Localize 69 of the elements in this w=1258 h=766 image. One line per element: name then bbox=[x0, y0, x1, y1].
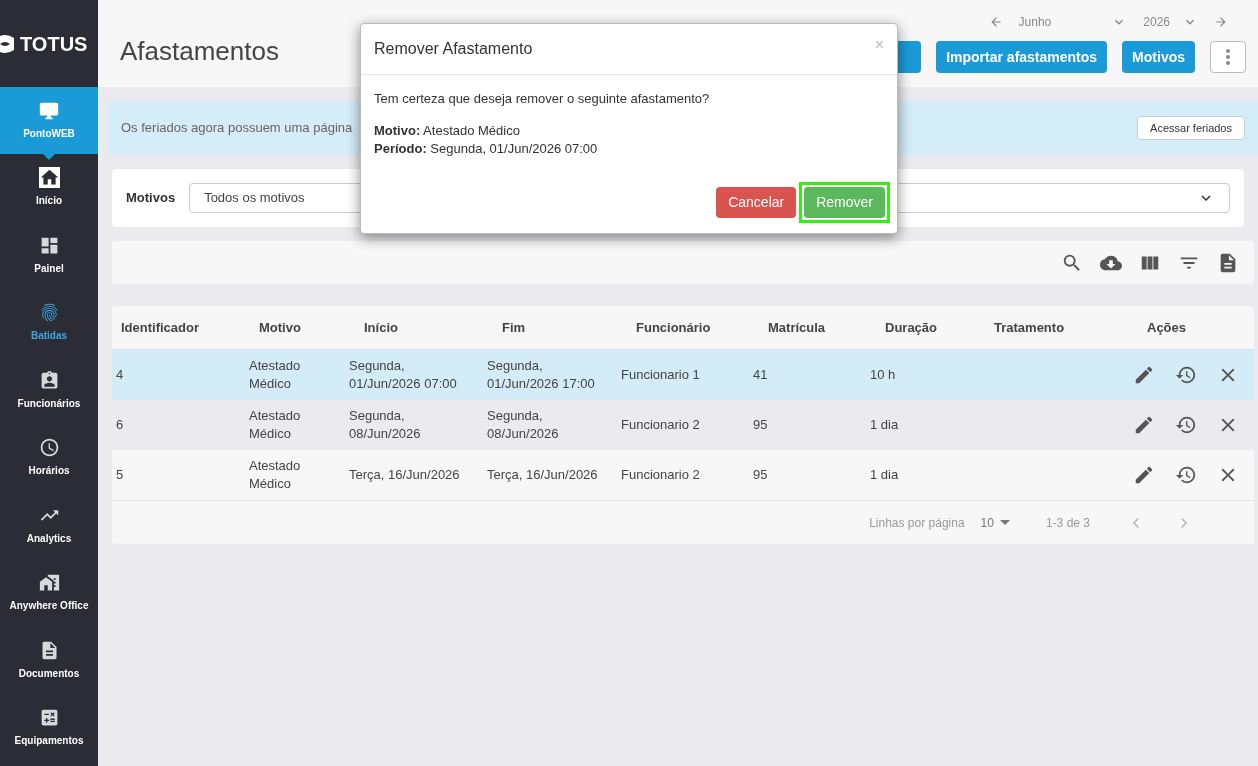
table-cell: Funcionario 1 bbox=[621, 367, 700, 382]
history-icon[interactable] bbox=[1175, 364, 1197, 386]
column-header: Motivo bbox=[259, 318, 302, 337]
nav-item[interactable]: Início bbox=[0, 154, 98, 222]
edit-icon[interactable] bbox=[1133, 414, 1155, 436]
dialog-title: Remover Afastamento bbox=[374, 39, 533, 59]
table-cell: 41 bbox=[753, 367, 768, 382]
banner-text: Os feriados agora possuem uma página bbox=[121, 119, 353, 138]
nav-item[interactable]: Painel bbox=[0, 221, 98, 289]
table-cell: Atestado Médico bbox=[249, 358, 301, 391]
table-cell: 1 dia bbox=[870, 467, 899, 482]
column-header: Início bbox=[364, 318, 399, 337]
history-icon[interactable] bbox=[1175, 464, 1197, 486]
table-row[interactable]: 4 Atestado Médico Segunda, 01/Jun/2026 07:00 Segunda, 01/Jun/2026 17:00 Funcionario 1 41 10 h bbox=[112, 350, 1254, 400]
nav-item[interactable]: Analytics bbox=[0, 491, 98, 559]
table-cell: 5 bbox=[116, 467, 124, 482]
nav-item[interactable]: Equipamentos bbox=[0, 694, 98, 762]
column-header: Tratamento bbox=[994, 318, 1066, 337]
nav-item[interactable]: Horários bbox=[0, 424, 98, 492]
clock-icon bbox=[38, 437, 60, 459]
table-cell: Atestado Médico bbox=[249, 408, 301, 441]
table-cell: Funcionario 2 bbox=[621, 467, 700, 482]
nav-item[interactable]: Batidas bbox=[0, 289, 98, 357]
table-cell: Segunda, 08/Jun/2026 bbox=[487, 408, 559, 441]
monitor-icon bbox=[38, 100, 60, 122]
table-cell: 4 bbox=[116, 367, 124, 382]
nav-item[interactable]: Anywhere Office bbox=[0, 559, 98, 627]
more-icon bbox=[1226, 49, 1230, 65]
next-month-icon[interactable] bbox=[1214, 15, 1228, 29]
table-cell: 6 bbox=[116, 417, 124, 432]
edit-icon[interactable] bbox=[1133, 364, 1155, 386]
table-cell: Atestado Médico bbox=[249, 458, 301, 491]
dropdown-icon bbox=[999, 520, 1010, 525]
cancel-button[interactable]: Cancelar bbox=[716, 186, 797, 218]
table-cell: 10 h bbox=[870, 367, 896, 382]
logo: TOTUS bbox=[0, 28, 88, 59]
table-cell: Segunda, 08/Jun/2026 bbox=[349, 408, 421, 441]
filter-label: Motivos bbox=[126, 189, 176, 208]
more-button[interactable] bbox=[1210, 41, 1246, 73]
column-header: Duração bbox=[885, 318, 939, 337]
dialog-detail: Período: Segunda, 01/Jun/2026 07:00 bbox=[374, 139, 599, 158]
logo-icon bbox=[0, 33, 16, 54]
table-cell: Terça, 16/Jun/2026 bbox=[487, 467, 598, 482]
history-icon[interactable] bbox=[1175, 414, 1197, 436]
home-icon bbox=[38, 167, 60, 189]
table-row[interactable]: 6 Atestado Médico Segunda, 08/Jun/2026 Segunda, 08/Jun/2026 Funcionario 2 95 1 dia bbox=[112, 400, 1254, 450]
rows-per-page-label: Linhas por página bbox=[869, 514, 965, 532]
table-cell: Segunda, 01/Jun/2026 07:00 bbox=[349, 358, 457, 391]
column-header: Fim bbox=[502, 318, 527, 337]
table-cell: 95 bbox=[753, 467, 768, 482]
table-cell: Funcionario 2 bbox=[621, 417, 700, 432]
pointer-icon bbox=[43, 154, 55, 160]
table-cell: 1 dia bbox=[870, 417, 899, 432]
table-cell: Terça, 16/Jun/2026 bbox=[349, 467, 460, 482]
banner-button[interactable]: Acessar feriados bbox=[1137, 116, 1245, 140]
column-header: Matrícula bbox=[768, 318, 827, 337]
column-header: Funcionário bbox=[636, 318, 712, 337]
dialog-question: Tem certeza que deseja remover o seguinte afastamento? bbox=[374, 90, 711, 108]
rows-per-page-select[interactable]: 10 bbox=[980, 513, 1010, 532]
page-range: 1-3 de 3 bbox=[1045, 514, 1090, 532]
nav-item[interactable]: Documentos bbox=[0, 626, 98, 694]
page-title: Afastamentos bbox=[120, 35, 279, 68]
table-cell: Segunda, 01/Jun/2026 17:00 bbox=[487, 358, 595, 391]
dialog-detail: Motivo: Atestado Médico bbox=[374, 121, 521, 140]
column-header: Ações bbox=[1147, 318, 1188, 337]
edit-icon[interactable] bbox=[1133, 464, 1155, 486]
column-header: Identificador bbox=[121, 318, 200, 337]
nav-item[interactable]: Funcionários bbox=[0, 356, 98, 424]
table-cell: 95 bbox=[753, 417, 768, 432]
